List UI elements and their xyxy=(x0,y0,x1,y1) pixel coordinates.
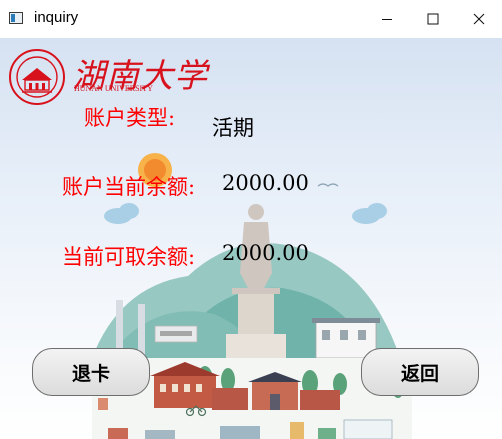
window-title: inquiry xyxy=(34,9,79,26)
university-logo-en: HUNAN UNIVERSITY xyxy=(74,84,153,93)
bird-shape xyxy=(317,183,339,187)
available-balance-value: 2000.00 xyxy=(222,241,309,265)
close-button[interactable] xyxy=(456,0,502,38)
maximize-button[interactable] xyxy=(410,0,456,38)
account-type-value: 活期 xyxy=(212,116,254,140)
maximize-icon xyxy=(427,13,439,25)
university-seal-icon xyxy=(9,49,65,105)
inquiry-panel: 湖南大学 HUNAN UNIVERSITY 账户类型: 活期 账户当前余额: 2… xyxy=(0,38,502,439)
window-app-icon xyxy=(9,12,23,24)
current-balance-label: 账户当前余额: xyxy=(62,175,196,199)
current-balance-value: 2000.00 xyxy=(222,171,309,195)
available-balance-label: 当前可取余额: xyxy=(62,245,196,269)
minimize-icon xyxy=(382,19,392,20)
close-icon xyxy=(473,13,485,25)
back-button[interactable]: 返回 xyxy=(361,348,479,396)
exit-card-button[interactable]: 退卡 xyxy=(32,348,150,396)
title-bar: inquiry xyxy=(0,0,502,39)
cloud-shapes xyxy=(104,203,387,224)
minimize-button[interactable] xyxy=(364,0,410,38)
account-type-label: 账户类型: xyxy=(84,106,176,130)
